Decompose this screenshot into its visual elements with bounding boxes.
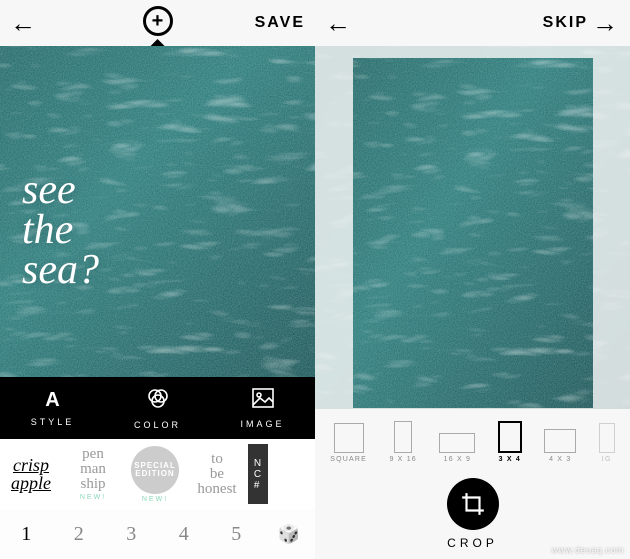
crop-image — [353, 58, 593, 408]
back-button[interactable]: ← — [10, 10, 38, 36]
style-crisp-apple[interactable]: crisp apple — [0, 444, 62, 504]
save-button[interactable]: SAVE — [255, 14, 305, 32]
ratio-3x4[interactable]: 3 X 4 — [498, 421, 522, 463]
crop-frame[interactable] — [353, 58, 593, 408]
variant-4[interactable]: 4 — [158, 523, 211, 546]
crop-label: CROP — [447, 536, 498, 550]
aspect-ratio-row: SQUARE 9 X 16 16 X 9 3 X 4 4 X 3 IG — [315, 409, 630, 469]
image-icon — [251, 387, 275, 414]
crop-action: CROP — [315, 469, 630, 559]
style-icon: A — [45, 389, 59, 412]
variant-2[interactable]: 2 — [53, 523, 106, 546]
tab-color[interactable]: COLOR — [105, 377, 210, 439]
arrow-right-icon: → — [592, 10, 620, 36]
ratio-square[interactable]: SQUARE — [330, 423, 367, 463]
style-to-be-honest[interactable]: to be honest — [186, 444, 248, 504]
save-label: SAVE — [255, 14, 305, 32]
plus-icon: + — [152, 10, 164, 33]
crop-button[interactable] — [447, 478, 499, 530]
style-special-edition[interactable]: SPECIAL EDITION NEW! — [124, 444, 186, 504]
header-left: ← + ADD MORE TEXT SAVE — [0, 0, 315, 46]
variant-3[interactable]: 3 — [105, 523, 158, 546]
ratio-9x16[interactable]: 9 X 16 — [389, 421, 416, 463]
header-right: ← SKIP → — [315, 0, 630, 46]
variant-random[interactable]: 🎲 — [263, 524, 316, 545]
crop-icon — [460, 491, 486, 517]
ratio-ig[interactable]: IG — [599, 423, 615, 463]
ratio-4x3[interactable]: 4 X 3 — [544, 429, 576, 463]
tab-style[interactable]: A STYLE — [0, 377, 105, 439]
style-penmanship[interactable]: pen man ship NEW! — [62, 444, 124, 504]
text-editor-screen: ← + ADD MORE TEXT SAVE see — [0, 0, 315, 559]
color-icon — [146, 386, 170, 415]
variant-row: 1 2 3 4 5 🎲 — [0, 509, 315, 559]
skip-label: SKIP — [543, 14, 588, 32]
special-edition-badge: SPECIAL EDITION — [131, 446, 179, 494]
canvas[interactable]: see the sea? — [0, 46, 315, 377]
crop-canvas[interactable] — [315, 46, 630, 409]
variant-5[interactable]: 5 — [210, 523, 263, 546]
back-button-right[interactable]: ← — [325, 10, 353, 36]
text-overlay[interactable]: see the sea? — [22, 171, 99, 291]
variant-1[interactable]: 1 — [0, 523, 53, 546]
style-carousel[interactable]: crisp apple pen man ship NEW! SPECIAL ED… — [0, 439, 315, 509]
arrow-left-icon: ← — [325, 10, 353, 36]
crop-screen: ← SKIP → — [315, 0, 630, 559]
arrow-left-icon: ← — [10, 10, 38, 36]
skip-button[interactable]: SKIP → — [543, 10, 620, 36]
tab-image[interactable]: IMAGE — [210, 377, 315, 439]
ratio-16x9[interactable]: 16 X 9 — [439, 433, 475, 463]
add-text-button[interactable]: + — [143, 6, 173, 36]
edit-tabs: A STYLE COLOR IMAGE — [0, 377, 315, 439]
style-next-peek[interactable]: N C # — [248, 444, 268, 504]
